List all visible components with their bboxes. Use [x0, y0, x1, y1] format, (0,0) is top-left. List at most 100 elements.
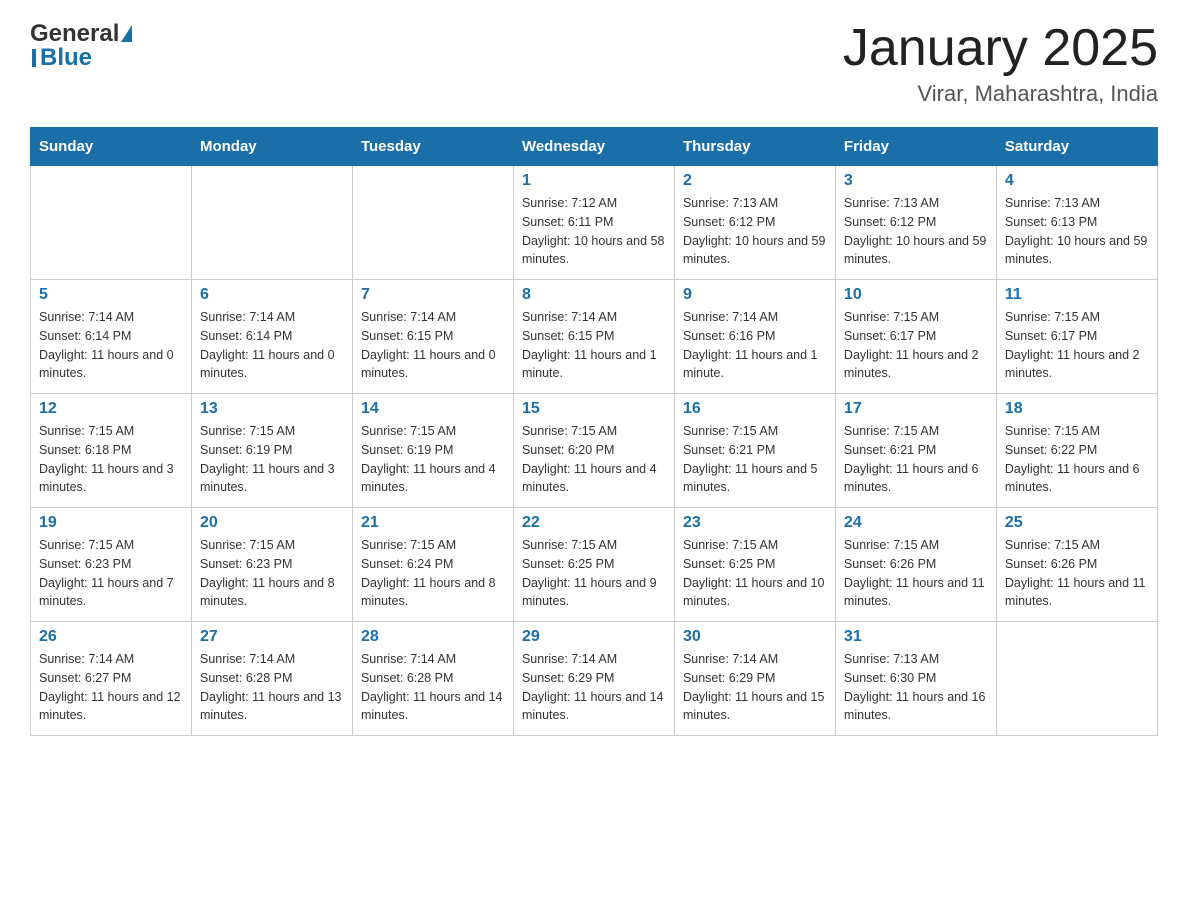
weekday-header-thursday: Thursday — [674, 128, 835, 166]
day-number: 31 — [844, 628, 988, 646]
calendar-cell: 22Sunrise: 7:15 AMSunset: 6:25 PMDayligh… — [513, 508, 674, 622]
day-info: Sunrise: 7:14 AMSunset: 6:15 PMDaylight:… — [361, 308, 505, 383]
day-number: 3 — [844, 172, 988, 190]
day-info: Sunrise: 7:15 AMSunset: 6:21 PMDaylight:… — [844, 422, 988, 497]
calendar-cell: 3Sunrise: 7:13 AMSunset: 6:12 PMDaylight… — [835, 166, 996, 280]
calendar-week-4: 19 Sunrise: 7:15 AMSunset: 6:23 PMDayligh… — [31, 508, 1158, 622]
day-info: Sunrise: 7:14 AMSunset: 6:28 PMDaylight:… — [200, 650, 344, 725]
calendar-week-1: 1 Sunrise: 7:12 AMSunset: 6:11 PMDaylight… — [31, 166, 1158, 280]
title-area: January 2025 Virar, Maharashtra, India — [843, 20, 1158, 107]
calendar-cell: 4Sunrise: 7:13 AMSunset: 6:13 PMDaylight… — [996, 166, 1157, 280]
calendar-week-3: 12 Sunrise: 7:15 AMSunset: 6:18 PMDayligh… — [31, 394, 1158, 508]
calendar-cell: 20Sunrise: 7:15 AMSunset: 6:23 PMDayligh… — [191, 508, 352, 622]
day-info: Sunrise: 7:15 AMSunset: 6:22 PMDaylight:… — [1005, 422, 1149, 497]
calendar-cell: 31 Sunrise: 7:13 AMSunset: 6:30 PMDayligh… — [835, 622, 996, 736]
calendar-cell: 30Sunrise: 7:14 AMSunset: 6:29 PMDayligh… — [674, 622, 835, 736]
calendar-week-5: 26 Sunrise: 7:14 AMSunset: 6:27 PMDayligh… — [31, 622, 1158, 736]
location-subtitle: Virar, Maharashtra, India — [843, 81, 1158, 107]
day-number: 8 — [522, 286, 666, 304]
calendar-cell: 5Sunrise: 7:14 AMSunset: 6:14 PMDaylight… — [31, 280, 192, 394]
calendar-cell: 1 Sunrise: 7:12 AMSunset: 6:11 PMDaylight… — [513, 166, 674, 280]
logo-blue-bar — [32, 49, 36, 67]
day-number: 21 — [361, 514, 505, 532]
day-info: Sunrise: 7:15 AMSunset: 6:24 PMDaylight:… — [361, 536, 505, 611]
calendar-cell: 9 Sunrise: 7:14 AMSunset: 6:16 PMDaylight… — [674, 280, 835, 394]
weekday-header-wednesday: Wednesday — [513, 128, 674, 166]
calendar-cell: 27Sunrise: 7:14 AMSunset: 6:28 PMDayligh… — [191, 622, 352, 736]
day-info: Sunrise: 7:14 AMSunset: 6:27 PMDaylight:… — [39, 650, 183, 725]
calendar-header: SundayMondayTuesdayWednesdayThursdayFrid… — [31, 128, 1158, 166]
calendar-table: SundayMondayTuesdayWednesdayThursdayFrid… — [30, 127, 1158, 736]
calendar-cell — [191, 166, 352, 280]
calendar-cell: 2 Sunrise: 7:13 AMSunset: 6:12 PMDaylight… — [674, 166, 835, 280]
day-info: Sunrise: 7:14 AMSunset: 6:28 PMDaylight:… — [361, 650, 505, 725]
day-number: 4 — [1005, 172, 1149, 190]
day-number: 15 — [522, 400, 666, 418]
day-info: Sunrise: 7:15 AMSunset: 6:23 PMDaylight:… — [200, 536, 344, 611]
logo-triangle-icon — [121, 25, 132, 42]
day-info: Sunrise: 7:15 AMSunset: 6:18 PMDaylight:… — [39, 422, 183, 497]
day-number: 25 — [1005, 514, 1149, 532]
day-number: 28 — [361, 628, 505, 646]
calendar-cell: 12 Sunrise: 7:15 AMSunset: 6:18 PMDayligh… — [31, 394, 192, 508]
day-info: Sunrise: 7:15 AMSunset: 6:26 PMDaylight:… — [1005, 536, 1149, 611]
calendar-cell: 16 Sunrise: 7:15 AMSunset: 6:21 PMDayligh… — [674, 394, 835, 508]
calendar-cell: 26 Sunrise: 7:14 AMSunset: 6:27 PMDayligh… — [31, 622, 192, 736]
calendar-week-2: 5Sunrise: 7:14 AMSunset: 6:14 PMDaylight… — [31, 280, 1158, 394]
calendar-cell: 25 Sunrise: 7:15 AMSunset: 6:26 PMDayligh… — [996, 508, 1157, 622]
day-info: Sunrise: 7:15 AMSunset: 6:19 PMDaylight:… — [361, 422, 505, 497]
calendar-cell: 28 Sunrise: 7:14 AMSunset: 6:28 PMDayligh… — [352, 622, 513, 736]
day-number: 19 — [39, 514, 183, 532]
calendar-cell: 8 Sunrise: 7:14 AMSunset: 6:15 PMDaylight… — [513, 280, 674, 394]
day-number: 9 — [683, 286, 827, 304]
day-number: 26 — [39, 628, 183, 646]
weekday-header-row: SundayMondayTuesdayWednesdayThursdayFrid… — [31, 128, 1158, 166]
calendar-cell: 13 Sunrise: 7:15 AMSunset: 6:19 PMDayligh… — [191, 394, 352, 508]
day-info: Sunrise: 7:15 AMSunset: 6:19 PMDaylight:… — [200, 422, 344, 497]
day-number: 18 — [1005, 400, 1149, 418]
day-number: 6 — [200, 286, 344, 304]
logo: General Blue — [30, 20, 132, 72]
calendar-cell: 17Sunrise: 7:15 AMSunset: 6:21 PMDayligh… — [835, 394, 996, 508]
calendar-cell — [996, 622, 1157, 736]
day-info: Sunrise: 7:15 AMSunset: 6:23 PMDaylight:… — [39, 536, 183, 611]
weekday-header-friday: Friday — [835, 128, 996, 166]
calendar-cell: 23Sunrise: 7:15 AMSunset: 6:25 PMDayligh… — [674, 508, 835, 622]
day-info: Sunrise: 7:15 AMSunset: 6:17 PMDaylight:… — [1005, 308, 1149, 383]
day-number: 24 — [844, 514, 988, 532]
month-title: January 2025 — [843, 20, 1158, 77]
calendar-cell: 18 Sunrise: 7:15 AMSunset: 6:22 PMDayligh… — [996, 394, 1157, 508]
day-number: 12 — [39, 400, 183, 418]
day-info: Sunrise: 7:15 AMSunset: 6:17 PMDaylight:… — [844, 308, 988, 383]
day-info: Sunrise: 7:14 AMSunset: 6:29 PMDaylight:… — [522, 650, 666, 725]
day-number: 13 — [200, 400, 344, 418]
day-number: 22 — [522, 514, 666, 532]
calendar-cell: 11 Sunrise: 7:15 AMSunset: 6:17 PMDayligh… — [996, 280, 1157, 394]
calendar-cell: 19 Sunrise: 7:15 AMSunset: 6:23 PMDayligh… — [31, 508, 192, 622]
weekday-header-monday: Monday — [191, 128, 352, 166]
day-number: 16 — [683, 400, 827, 418]
day-info: Sunrise: 7:15 AMSunset: 6:20 PMDaylight:… — [522, 422, 666, 497]
day-info: Sunrise: 7:15 AMSunset: 6:26 PMDaylight:… — [844, 536, 988, 611]
calendar-cell: 21 Sunrise: 7:15 AMSunset: 6:24 PMDayligh… — [352, 508, 513, 622]
day-info: Sunrise: 7:12 AMSunset: 6:11 PMDaylight:… — [522, 194, 666, 269]
day-info: Sunrise: 7:15 AMSunset: 6:21 PMDaylight:… — [683, 422, 827, 497]
day-info: Sunrise: 7:14 AMSunset: 6:16 PMDaylight:… — [683, 308, 827, 383]
day-number: 14 — [361, 400, 505, 418]
calendar-body: 1 Sunrise: 7:12 AMSunset: 6:11 PMDaylight… — [31, 166, 1158, 736]
day-info: Sunrise: 7:13 AMSunset: 6:30 PMDaylight:… — [844, 650, 988, 725]
calendar-cell: 14 Sunrise: 7:15 AMSunset: 6:19 PMDayligh… — [352, 394, 513, 508]
day-info: Sunrise: 7:14 AMSunset: 6:15 PMDaylight:… — [522, 308, 666, 383]
calendar-cell: 29Sunrise: 7:14 AMSunset: 6:29 PMDayligh… — [513, 622, 674, 736]
page-header: General Blue January 2025 Virar, Maharas… — [30, 20, 1158, 107]
day-number: 5 — [39, 286, 183, 304]
day-number: 23 — [683, 514, 827, 532]
calendar-cell: 15 Sunrise: 7:15 AMSunset: 6:20 PMDayligh… — [513, 394, 674, 508]
day-number: 1 — [522, 172, 666, 190]
day-info: Sunrise: 7:13 AMSunset: 6:12 PMDaylight:… — [683, 194, 827, 269]
day-number: 30 — [683, 628, 827, 646]
calendar-cell: 24 Sunrise: 7:15 AMSunset: 6:26 PMDayligh… — [835, 508, 996, 622]
day-number: 11 — [1005, 286, 1149, 304]
day-number: 2 — [683, 172, 827, 190]
calendar-cell — [31, 166, 192, 280]
